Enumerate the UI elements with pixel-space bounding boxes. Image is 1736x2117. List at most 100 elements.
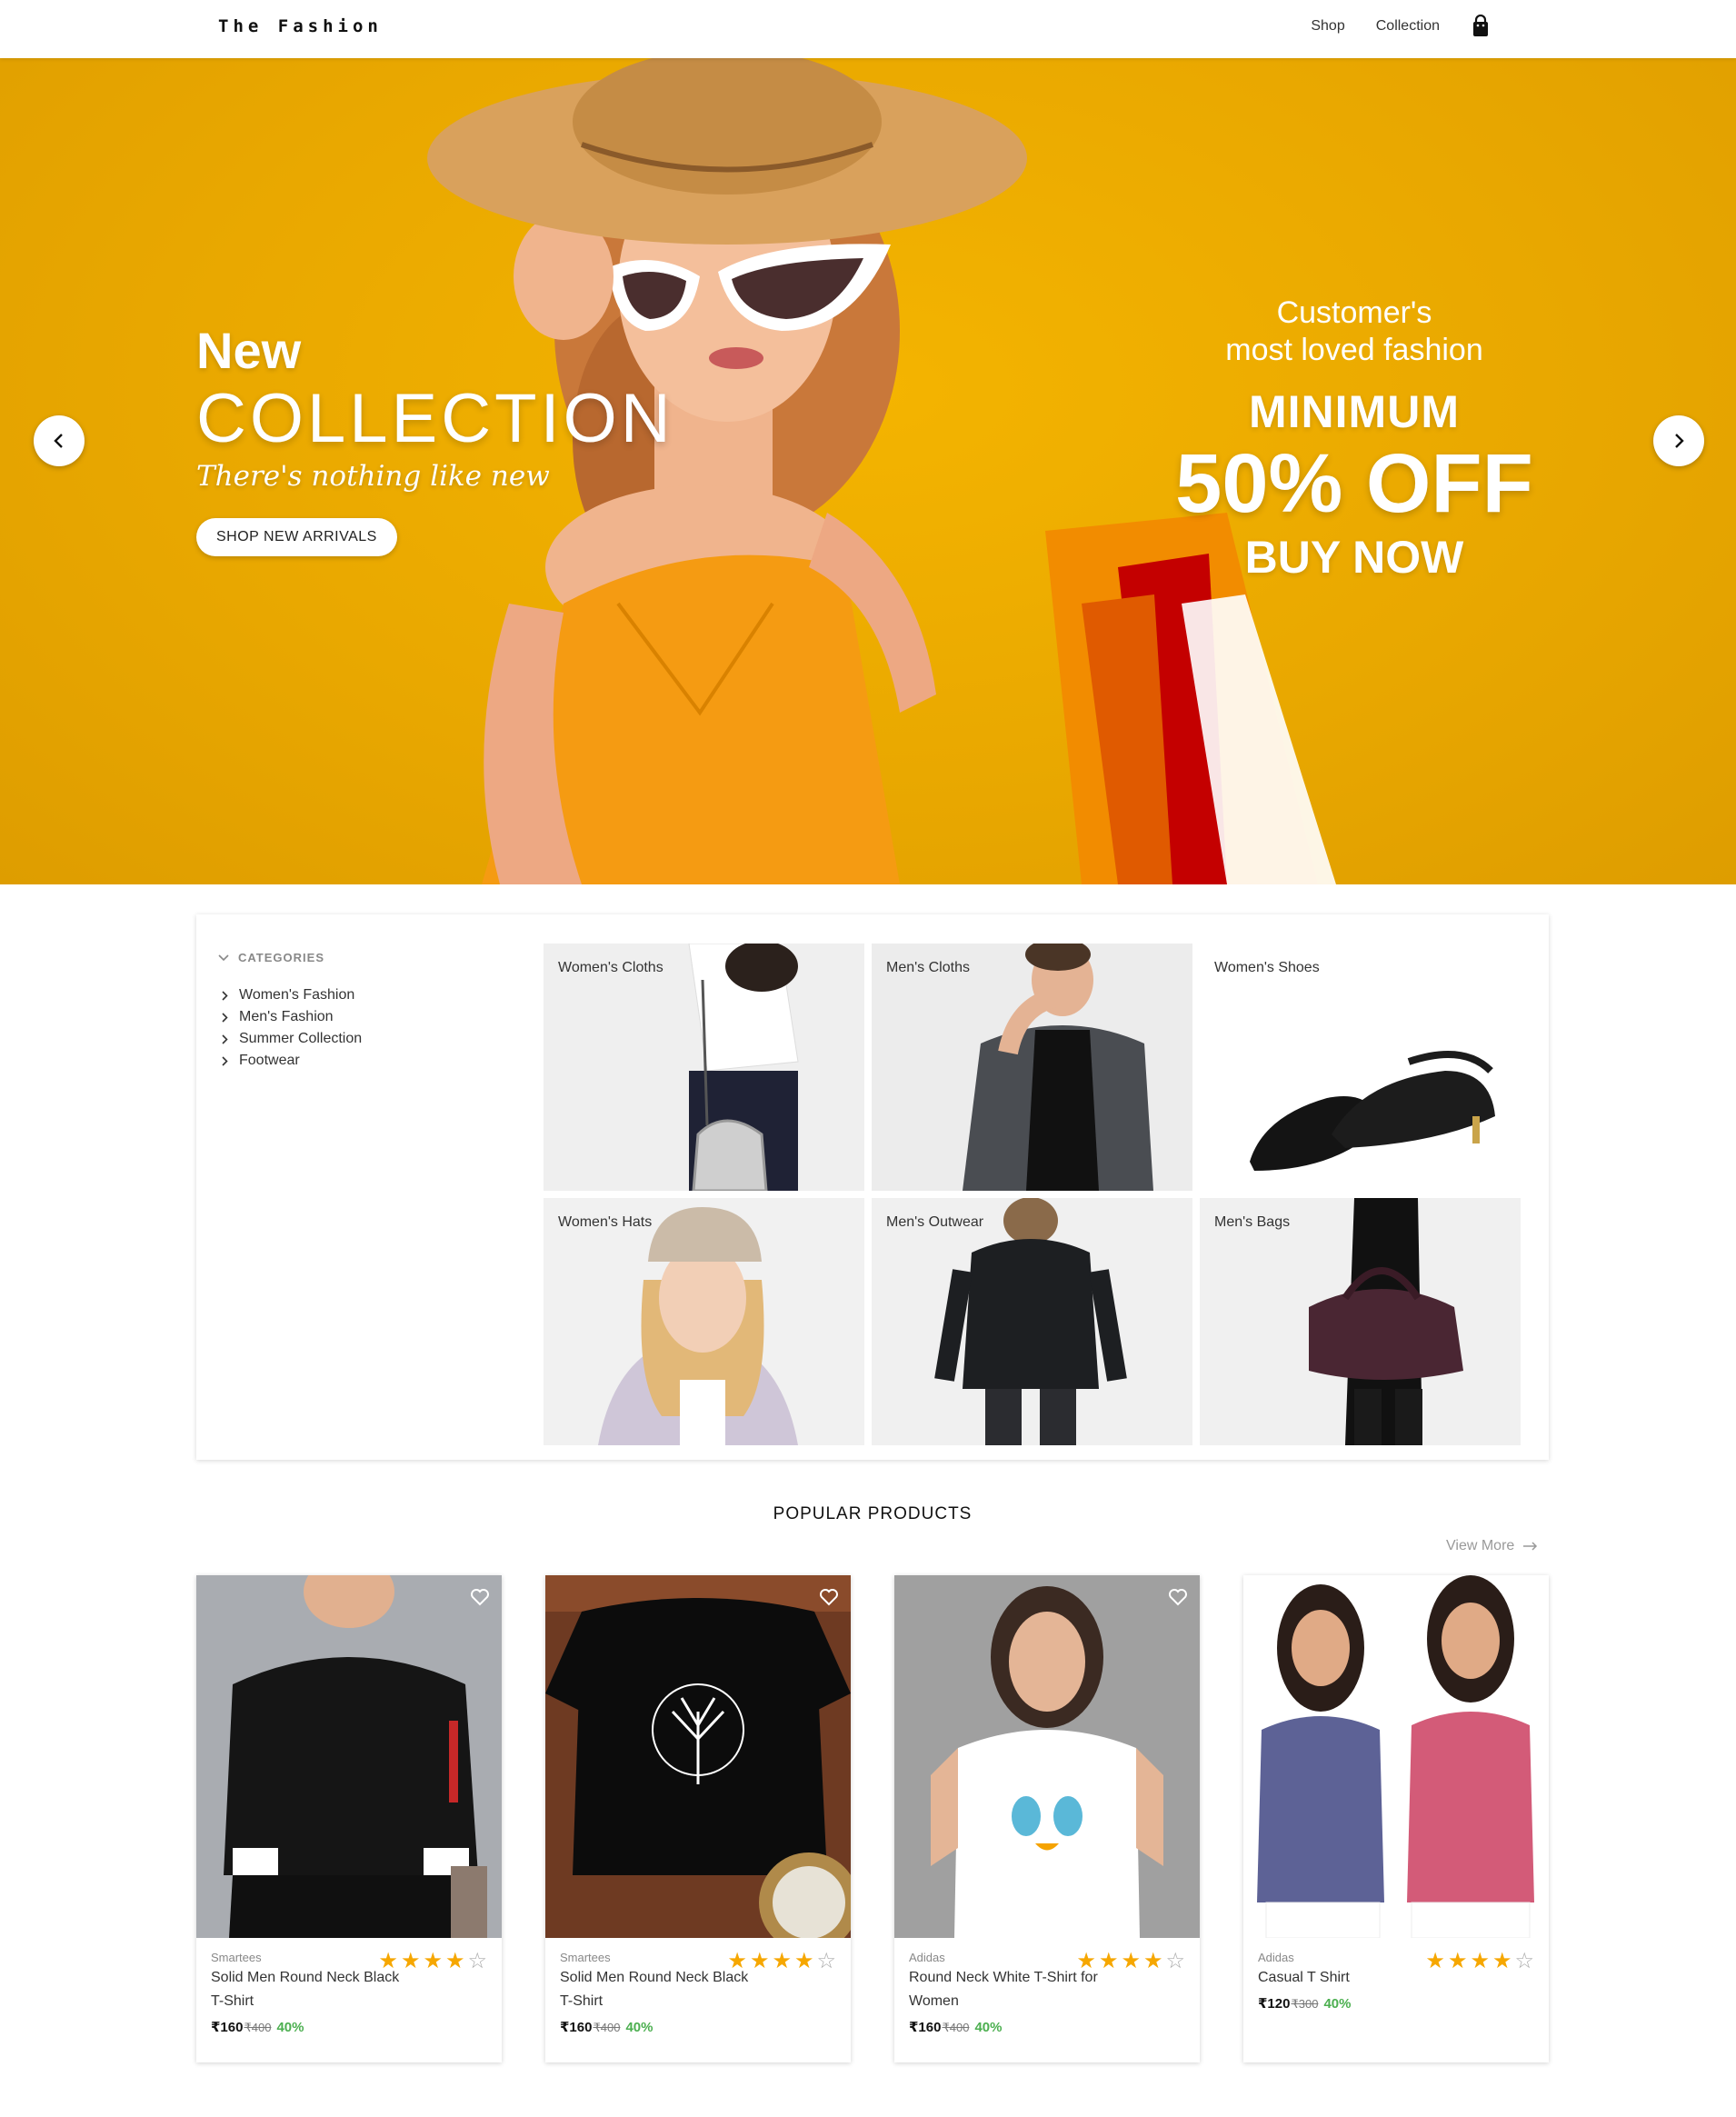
product-card[interactable]: Smartees ★ ★ ★ ★ ☆ Solid Men Round Neck Blac…	[545, 1575, 851, 2062]
view-more-label: View More	[1446, 1538, 1515, 1553]
nav-shop-link[interactable]: Shop	[1311, 18, 1344, 35]
product-card[interactable]: Smartees ★ ★ ★ ★ ☆ Solid Men Round Neck Blac…	[196, 1575, 502, 2062]
star-icon: ★	[400, 1949, 421, 1973]
mens-cloths-image	[872, 944, 1192, 1191]
category-item[interactable]: Summer Collection	[222, 1028, 362, 1050]
heart-icon[interactable]	[1516, 1586, 1538, 1608]
category-item[interactable]: Men's Fashion	[222, 1006, 362, 1028]
product-rating: ★ ★ ★ ★ ☆	[1076, 1951, 1185, 1972]
product-card[interactable]: Adidas ★ ★ ★ ★ ☆ Casual T Shirt ₹120 ₹300 40…	[1243, 1575, 1549, 2062]
categories-heading[interactable]: CATEGORIES	[218, 951, 362, 964]
promo-line-1: Customer's	[1276, 295, 1432, 330]
product-name: Casual T Shirt	[1258, 1970, 1350, 1985]
product-info: Smartees ★ ★ ★ ★ ☆ Solid Men Round Neck Blac…	[545, 1938, 851, 2036]
product-price: ₹160 ₹400 40%	[211, 2019, 487, 2035]
product-price: ₹160 ₹400 40%	[560, 2019, 836, 2035]
womens-hats-image	[544, 1198, 864, 1445]
discount-badge: 40%	[276, 2020, 304, 2035]
hero-collection-text: COLLECTION	[196, 380, 674, 457]
sale-price: ₹160	[211, 2020, 244, 2035]
star-icon: ★	[1142, 1949, 1163, 1973]
category-tile-mens-outwear[interactable]: Men's Outwear	[872, 1198, 1192, 1445]
original-price: ₹400	[593, 2021, 621, 2034]
star-icon: ★	[1121, 1949, 1141, 1973]
category-item-label: Footwear	[239, 1053, 300, 1068]
product-rating: ★ ★ ★ ★ ☆	[1425, 1951, 1534, 1972]
product-image	[545, 1575, 851, 1938]
slider-next-button[interactable]	[1653, 415, 1704, 466]
mens-bags-image	[1200, 1198, 1521, 1445]
product-price: ₹120 ₹300 40%	[1258, 1995, 1534, 2012]
hero-new-text: New	[196, 322, 302, 379]
original-price: ₹400	[942, 2021, 970, 2034]
product-rating: ★ ★ ★ ★ ☆	[378, 1951, 487, 1972]
discount-badge: 40%	[625, 2020, 653, 2035]
popular-products-title: POPULAR PRODUCTS	[773, 1504, 973, 1523]
category-tile-mens-bags[interactable]: Men's Bags	[1200, 1198, 1521, 1445]
chevron-right-icon	[1675, 434, 1684, 448]
promo-line-2: most loved fashion	[1225, 333, 1483, 367]
shop-new-arrivals-button[interactable]: SHOP NEW ARRIVALS	[196, 518, 397, 556]
star-icon: ★	[1098, 1949, 1119, 1973]
shopping-bag-icon[interactable]	[1471, 14, 1491, 38]
sale-price: ₹160	[560, 2020, 593, 2035]
product-info: Adidas ★ ★ ★ ★ ☆ Casual T Shirt ₹120 ₹300 40…	[1243, 1938, 1549, 2012]
star-icon: ★	[772, 1949, 792, 1973]
hero-promo: Customer's most loved fashion MINIMUM 50…	[1172, 295, 1536, 584]
heart-icon[interactable]	[1167, 1586, 1189, 1608]
category-tile-mens-cloths[interactable]: Men's Cloths	[872, 944, 1192, 1191]
promo-discount: 50% OFF	[1175, 437, 1533, 530]
product-rating: ★ ★ ★ ★ ☆	[727, 1951, 836, 1972]
discount-badge: 40%	[1323, 1996, 1352, 2012]
category-item[interactable]: Footwear	[222, 1050, 362, 1072]
product-name: Round Neck White T-Shirt for Women	[909, 1970, 1098, 2009]
category-item-label: Summer Collection	[239, 1031, 363, 1046]
category-item-label: Men's Fashion	[239, 1009, 334, 1024]
star-outline-icon: ☆	[467, 1949, 487, 1973]
chevron-left-icon	[54, 434, 63, 448]
hero-tagline: There's nothing like new	[196, 460, 550, 493]
discount-badge: 40%	[974, 2020, 1003, 2035]
product-list: Smartees ★ ★ ★ ★ ☆ Solid Men Round Neck Blac…	[196, 1575, 1549, 2062]
categories-list: Women's Fashion Men's Fashion Summer Col…	[218, 984, 362, 1072]
sale-price: ₹120	[1258, 1996, 1291, 2012]
star-outline-icon: ☆	[1514, 1949, 1534, 1973]
view-more-link[interactable]: View More	[1446, 1538, 1538, 1554]
nav-links: Shop Collection	[1311, 14, 1491, 38]
star-icon: ★	[1425, 1949, 1445, 1973]
mens-outwear-image	[872, 1198, 1192, 1445]
womens-shoes-image	[1200, 944, 1521, 1191]
star-icon: ★	[423, 1949, 443, 1973]
category-tile-womens-hats[interactable]: Women's Hats	[544, 1198, 864, 1445]
slider-prev-button[interactable]	[34, 415, 85, 466]
category-tile-womens-cloths[interactable]: Women's Cloths	[544, 944, 864, 1191]
sale-price: ₹160	[909, 2020, 942, 2035]
product-info: Smartees ★ ★ ★ ★ ☆ Solid Men Round Neck Blac…	[196, 1938, 502, 2036]
hero-headline: New COLLECTION There's nothing like new …	[196, 322, 674, 556]
product-card[interactable]: Adidas ★ ★ ★ ★ ☆ Round Neck White T-Shirt fo…	[894, 1575, 1200, 2062]
tile-label: Men's Outwear	[886, 1214, 984, 1230]
star-icon: ★	[793, 1949, 814, 1973]
category-tiles: Women's Cloths Men's Cloths Women's Shoe…	[544, 944, 1521, 1445]
chevron-right-icon	[222, 990, 228, 1001]
product-name: Solid Men Round Neck Black T-Shirt	[211, 1970, 400, 2009]
brand-logo[interactable]: The Fashion	[218, 16, 383, 36]
original-price: ₹300	[1291, 1997, 1319, 2011]
star-icon: ★	[444, 1949, 465, 1973]
heart-icon[interactable]	[469, 1586, 491, 1608]
chevron-right-icon	[222, 1055, 228, 1066]
heart-icon[interactable]	[818, 1586, 840, 1608]
star-icon: ★	[1470, 1949, 1490, 1973]
category-item[interactable]: Women's Fashion	[222, 984, 362, 1006]
promo-minimum: MINIMUM	[1249, 386, 1460, 437]
star-outline-icon: ☆	[1165, 1949, 1185, 1973]
nav-collection-link[interactable]: Collection	[1376, 18, 1440, 35]
tile-label: Women's Cloths	[558, 960, 663, 975]
tile-label: Men's Bags	[1214, 1214, 1291, 1230]
category-tile-womens-shoes[interactable]: Women's Shoes	[1200, 944, 1521, 1191]
tile-label: Men's Cloths	[886, 960, 970, 975]
promo-buy-now[interactable]: BUY NOW	[1172, 531, 1536, 584]
product-image	[196, 1575, 502, 1938]
chevron-right-icon	[222, 1034, 228, 1044]
product-image	[1243, 1575, 1549, 1938]
